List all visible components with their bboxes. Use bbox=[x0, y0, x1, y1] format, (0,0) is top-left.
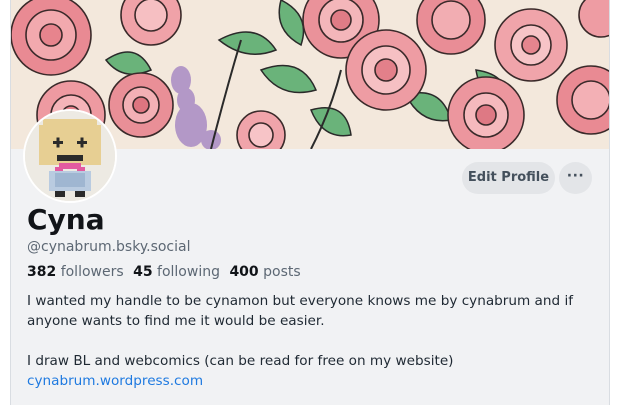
profile-avatar[interactable] bbox=[23, 109, 117, 203]
profile-bio: I wanted my handle to be cynamon but eve… bbox=[27, 291, 602, 391]
following-count: 45 bbox=[133, 264, 153, 280]
followers-link[interactable]: 382 followers bbox=[27, 262, 124, 282]
posts-stat: 400 posts bbox=[229, 262, 300, 282]
profile-handle: @cynabrum.bsky.social bbox=[27, 239, 191, 255]
profile-display-name: Cyna bbox=[27, 203, 105, 236]
edit-profile-button[interactable]: Edit Profile bbox=[462, 162, 555, 194]
posts-count: 400 bbox=[229, 264, 259, 280]
profile-screen: Edit Profile ··· Cyna @cynabrum.bsky.soc… bbox=[0, 0, 621, 405]
more-options-button[interactable]: ··· bbox=[559, 162, 592, 194]
profile-stats: 382 followers 45 following 400 posts bbox=[27, 262, 306, 282]
followers-count: 382 bbox=[27, 264, 57, 280]
ellipsis-icon: ··· bbox=[566, 168, 585, 184]
bio-paragraph-1: I wanted my handle to be cynamon but eve… bbox=[27, 293, 574, 329]
profile-panel: Edit Profile ··· Cyna @cynabrum.bsky.soc… bbox=[10, 0, 610, 405]
bio-paragraph-2: I draw BL and webcomics (can be read for… bbox=[27, 353, 454, 369]
posts-label: posts bbox=[263, 264, 301, 280]
bio-website-link[interactable]: cynabrum.wordpress.com bbox=[27, 373, 203, 389]
bio-spacer bbox=[27, 331, 602, 351]
following-link[interactable]: 45 following bbox=[133, 262, 220, 282]
following-label: following bbox=[157, 264, 220, 280]
followers-label: followers bbox=[60, 264, 124, 280]
